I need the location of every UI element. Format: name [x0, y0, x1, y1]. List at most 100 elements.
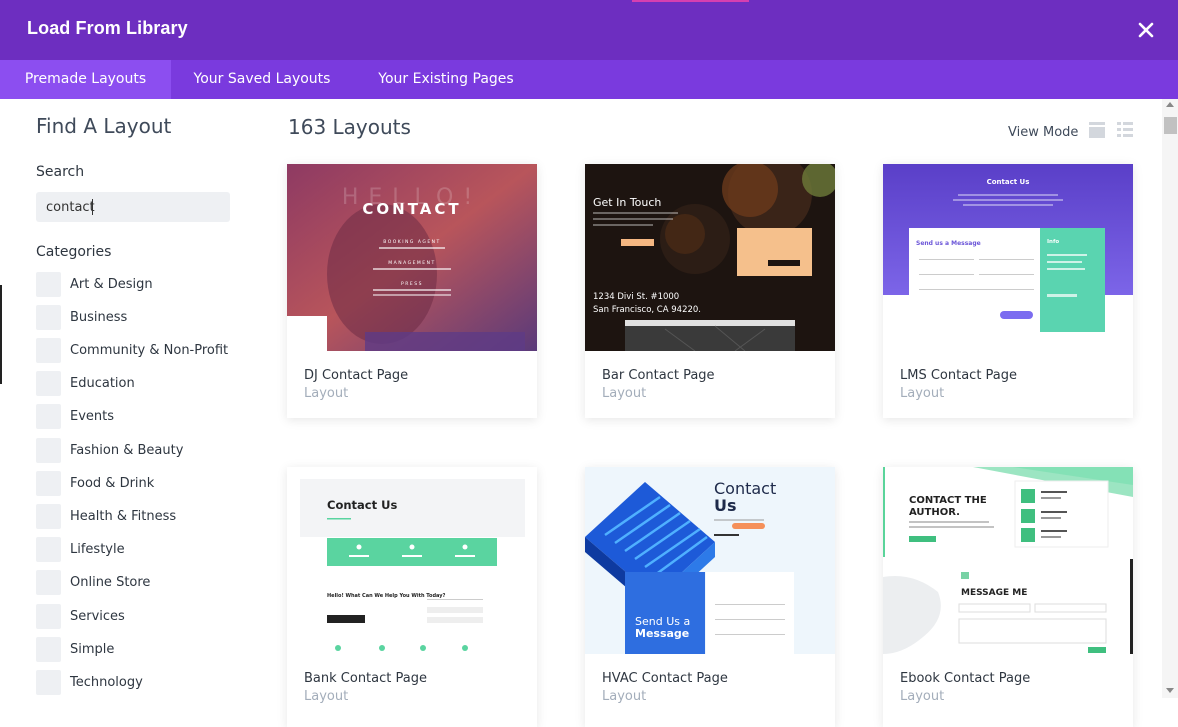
layout-thumbnail: Contact Us Send Us a Message [585, 467, 835, 654]
layout-card-bar[interactable]: Get In Touch 1234 Divi St. #1000 San Fra… [585, 164, 835, 418]
close-icon[interactable] [1134, 18, 1158, 42]
scroll-up-arrow-icon[interactable] [1166, 102, 1174, 107]
category-simple[interactable]: Simple [36, 637, 246, 662]
layout-type: Layout [602, 689, 647, 704]
lms-heading: Contact Us [987, 178, 1030, 186]
layout-type: Layout [602, 386, 647, 401]
category-art-design[interactable]: Art & Design [36, 272, 246, 297]
dj-line: PRESS [401, 281, 423, 287]
category-fashion-beauty[interactable]: Fashion & Beauty [36, 438, 246, 463]
layout-name: Bar Contact Page [602, 368, 715, 383]
category-checkbox[interactable] [36, 604, 61, 629]
layout-card-hvac[interactable]: Contact Us Send Us a Message HVAC Contac… [585, 467, 835, 727]
category-checkbox[interactable] [36, 438, 61, 463]
category-label: Online Store [70, 575, 151, 590]
category-label: Food & Drink [70, 476, 155, 491]
layout-card-bank[interactable]: Contact Us Hello! What Can We Help You W… [287, 467, 537, 727]
bar-heading: Get In Touch [593, 196, 661, 209]
category-food-drink[interactable]: Food & Drink [36, 471, 246, 496]
list-view-icon[interactable] [1117, 122, 1133, 138]
layout-type: Layout [900, 386, 945, 401]
category-label: Community & Non-Profit [70, 343, 229, 358]
layout-type: Layout [304, 689, 349, 704]
layout-name: Ebook Contact Page [900, 671, 1031, 686]
layout-name: Bank Contact Page [304, 671, 427, 686]
category-label: Business [70, 310, 128, 325]
categories-label: Categories [36, 244, 112, 260]
layout-card-lms[interactable]: Contact Us Send us a Message Info LMS Co… [883, 164, 1133, 418]
category-lifestyle[interactable]: Lifestyle [36, 537, 246, 562]
layout-card-dj[interactable]: HELLO! CONTACT BOOKING AGENT MANAGEMENT … [287, 164, 537, 418]
dj-line: BOOKING AGENT [383, 239, 441, 245]
category-checkbox[interactable] [36, 305, 61, 330]
tab-premade-layouts[interactable]: Premade Layouts [0, 60, 171, 99]
category-checkbox[interactable] [36, 570, 61, 595]
window-edge [0, 285, 2, 384]
layout-card-ebook[interactable]: CONTACT THE AUTHOR. MESSAGE ME Ebook Con… [883, 467, 1133, 727]
layout-name: DJ Contact Page [304, 368, 409, 383]
category-label: Events [70, 409, 115, 424]
tab-saved-layouts[interactable]: Your Saved Layouts [181, 60, 343, 99]
category-checkbox[interactable] [36, 537, 61, 562]
find-layout-title: Find A Layout [36, 114, 172, 138]
hvac-card-2: Message [635, 627, 689, 640]
bar-address-1: 1234 Divi St. #1000 [593, 292, 679, 302]
category-label: Education [70, 376, 135, 391]
category-health-fitness[interactable]: Health & Fitness [36, 504, 246, 529]
bank-heading: Contact Us [327, 498, 397, 512]
category-label: Health & Fitness [70, 509, 177, 524]
category-education[interactable]: Education [36, 371, 246, 396]
layout-type: Layout [304, 386, 349, 401]
ebook-heading-1: CONTACT THE [909, 495, 987, 506]
layout-thumbnail: CONTACT THE AUTHOR. MESSAGE ME [883, 467, 1133, 654]
lms-info-title: Info [1047, 239, 1059, 245]
modal-title: Load From Library [27, 18, 188, 38]
dj-line: MANAGEMENT [388, 260, 436, 266]
category-business[interactable]: Business [36, 305, 246, 330]
lms-form-title: Send us a Message [916, 240, 981, 247]
category-label: Services [70, 609, 125, 624]
grid-view-icon[interactable] [1089, 122, 1105, 138]
category-label: Technology [70, 675, 143, 690]
layout-thumbnail: Contact Us Hello! What Can We Help You W… [287, 467, 537, 654]
scrollbar[interactable] [1162, 99, 1178, 698]
bar-address-2: San Francisco, CA 94220. [593, 305, 701, 315]
category-label: Art & Design [70, 277, 153, 292]
category-checkbox[interactable] [36, 504, 61, 529]
category-services[interactable]: Services [36, 604, 246, 629]
layout-name: HVAC Contact Page [602, 671, 728, 686]
tab-bar: Premade Layouts Your Saved Layouts Your … [0, 60, 1178, 99]
category-technology[interactable]: Technology [36, 670, 246, 695]
category-label: Fashion & Beauty [70, 443, 184, 458]
category-events[interactable]: Events [36, 404, 246, 429]
header-accent-bar [632, 0, 749, 2]
search-label: Search [36, 164, 85, 180]
layout-thumbnail: Get In Touch 1234 Divi St. #1000 San Fra… [585, 164, 835, 351]
category-checkbox[interactable] [36, 272, 61, 297]
ebook-heading-2: AUTHOR. [909, 507, 960, 518]
category-community[interactable]: Community & Non-Profit [36, 338, 246, 363]
category-label: Lifestyle [70, 542, 125, 557]
category-checkbox[interactable] [36, 404, 61, 429]
scrollbar-thumb[interactable] [1164, 117, 1177, 134]
ebook-message-title: MESSAGE ME [961, 588, 1027, 598]
category-checkbox[interactable] [36, 670, 61, 695]
scroll-down-arrow-icon[interactable] [1166, 688, 1174, 693]
search-input[interactable] [36, 192, 230, 222]
category-checkbox[interactable] [36, 338, 61, 363]
layout-thumbnail: HELLO! CONTACT BOOKING AGENT MANAGEMENT … [287, 164, 537, 351]
view-mode-label: View Mode [1008, 125, 1079, 140]
category-checkbox[interactable] [36, 371, 61, 396]
category-online-store[interactable]: Online Store [36, 570, 246, 595]
layout-thumbnail: Contact Us Send us a Message Info [883, 164, 1133, 351]
bank-sub: Hello! What Can We Help You With Today? [327, 593, 446, 599]
hvac-heading-2: Us [714, 496, 737, 515]
text-caret [92, 199, 93, 215]
category-label: Simple [70, 642, 115, 657]
layout-count: 163 Layouts [288, 115, 411, 139]
layout-type: Layout [900, 689, 945, 704]
tab-existing-pages[interactable]: Your Existing Pages [366, 60, 526, 99]
category-checkbox[interactable] [36, 471, 61, 496]
layout-name: LMS Contact Page [900, 368, 1018, 383]
category-checkbox[interactable] [36, 637, 61, 662]
